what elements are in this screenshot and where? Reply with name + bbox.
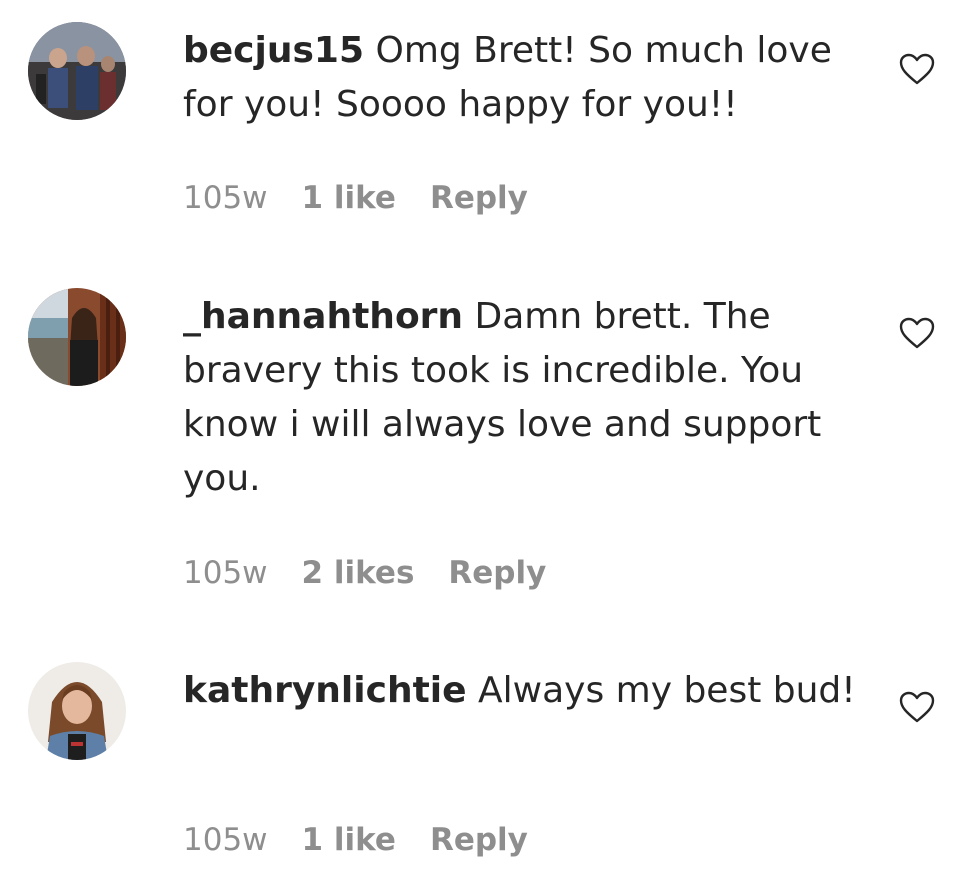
comment-text: kathrynlichtie Always my best bud!	[183, 664, 863, 718]
user-avatar[interactable]	[28, 662, 126, 760]
comment-likes-count[interactable]: 2 likes	[302, 553, 415, 593]
comment-username[interactable]: _hannahthorn	[183, 296, 463, 337]
like-heart-icon[interactable]	[898, 690, 936, 724]
comment-meta: 105w 1 like Reply	[183, 178, 528, 218]
comment-time[interactable]: 105w	[183, 820, 268, 860]
avatar-image	[28, 288, 126, 386]
comment-username[interactable]: becjus15	[183, 30, 364, 71]
comment-body: Always my best bud!	[478, 670, 856, 711]
comment-likes-count[interactable]: 1 like	[302, 178, 396, 218]
avatar-image	[28, 22, 126, 120]
comment-meta: 105w 2 likes Reply	[183, 553, 546, 593]
like-heart-icon[interactable]	[898, 316, 936, 350]
comment-time[interactable]: 105w	[183, 553, 268, 593]
reply-button[interactable]: Reply	[430, 820, 528, 860]
comment-username[interactable]: kathrynlichtie	[183, 670, 467, 711]
avatar-image	[28, 662, 126, 760]
reply-button[interactable]: Reply	[448, 553, 546, 593]
comment-likes-count[interactable]: 1 like	[302, 820, 396, 860]
like-heart-icon[interactable]	[898, 52, 936, 86]
reply-button[interactable]: Reply	[430, 178, 528, 218]
comment-time[interactable]: 105w	[183, 178, 268, 218]
comment-text: _hannahthorn Damn brett. The bravery thi…	[183, 290, 863, 506]
user-avatar[interactable]	[28, 288, 126, 386]
user-avatar[interactable]	[28, 22, 126, 120]
comment-text: becjus15 Omg Brett! So much love for you…	[183, 24, 863, 132]
comment-meta: 105w 1 like Reply	[183, 820, 528, 860]
